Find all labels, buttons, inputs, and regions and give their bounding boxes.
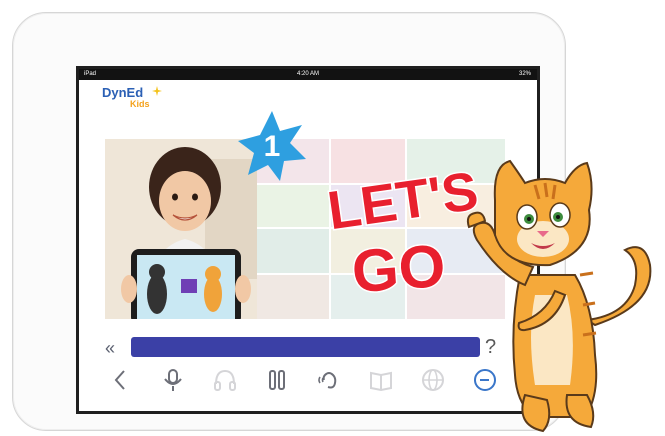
lesson-title-line2: GO (350, 232, 448, 305)
lesson-number: 1 (264, 130, 281, 163)
logo-sub: Kids (130, 99, 150, 109)
girl-with-tablet-photo (105, 139, 257, 319)
language-button[interactable] (419, 366, 447, 394)
microphone-icon (164, 369, 182, 391)
headphones-icon (214, 369, 236, 391)
progress-bar[interactable] (131, 337, 480, 357)
book-icon (370, 371, 392, 392)
control-toolbar (105, 366, 505, 396)
cat-mascot (466, 159, 652, 433)
progress-row: « ? (105, 336, 505, 359)
rewind-button[interactable]: « (105, 337, 127, 359)
repeat-button[interactable] (315, 366, 343, 394)
hearing-icon (318, 372, 337, 389)
record-button[interactable] (159, 366, 187, 394)
pause-icon (269, 370, 285, 390)
status-bar: iPad 4:20 AM 32% (79, 69, 537, 80)
logo-brand: DynEd (102, 85, 144, 100)
status-time: 4:20 AM (296, 71, 319, 77)
book-button[interactable] (367, 366, 395, 394)
globe-icon (422, 369, 444, 391)
back-button[interactable] (107, 366, 135, 394)
logo-star-icon (152, 86, 162, 96)
listen-button[interactable] (211, 366, 239, 394)
lesson-number-badge: 1 (238, 111, 306, 181)
pause-button[interactable] (263, 366, 291, 394)
status-battery: 32% (518, 71, 531, 77)
dyned-kids-logo: DynEd Kids (102, 85, 162, 115)
back-icon (114, 370, 125, 390)
